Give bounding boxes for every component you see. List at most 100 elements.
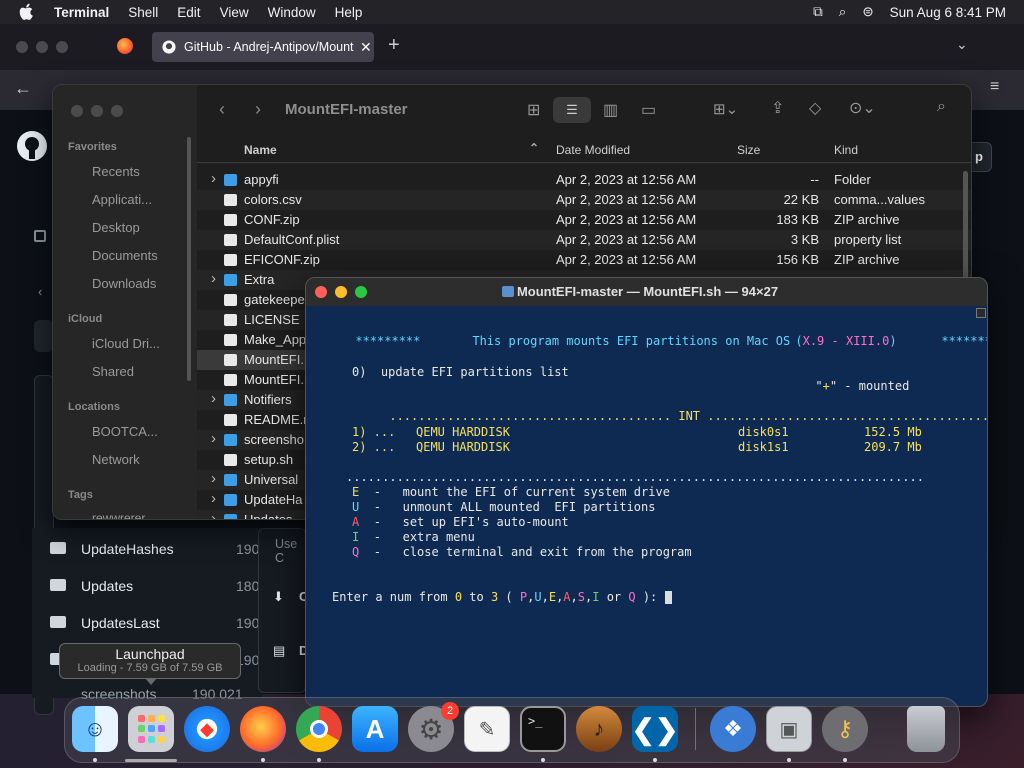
share-icon[interactable]: ⇪	[771, 98, 784, 118]
sidebar-item-desktop[interactable]: Desktop	[92, 220, 140, 235]
disclosure-chevron-icon[interactable]: ›	[211, 390, 216, 407]
column-view-icon[interactable]: ▥	[603, 100, 618, 120]
column-date-modified[interactable]: Date Modified	[556, 143, 630, 157]
minimize-icon[interactable]	[36, 41, 48, 53]
column-name[interactable]: Name	[244, 143, 277, 157]
disclosure-chevron-icon[interactable]: ›	[211, 510, 216, 519]
safari-icon[interactable]: ◆	[184, 706, 230, 752]
folder-icon	[502, 286, 514, 297]
sidebar-item-network[interactable]: Network	[92, 452, 140, 467]
chrome-icon[interactable]	[296, 706, 342, 752]
clock[interactable]: Sun Aug 6 8:41 PM	[890, 5, 1006, 20]
app-store-icon[interactable]: A	[352, 706, 398, 752]
chevron-left-icon[interactable]: ‹	[38, 284, 42, 299]
sidebar-item-bootcamp[interactable]: BOOTCA...	[92, 424, 158, 439]
list-item[interactable]: UpdatesLast 190	[32, 604, 262, 641]
group-icon[interactable]: ⊞⌄	[713, 100, 738, 118]
chevron-down-icon[interactable]: ⌄	[956, 36, 968, 53]
file-row[interactable]: DefaultConf.plist Apr 2, 2023 at 12:56 AM…	[197, 230, 971, 250]
document-icon	[224, 354, 237, 366]
finder-icon[interactable]: ☺	[72, 706, 118, 752]
more-actions-icon[interactable]: ⊙⌄	[849, 98, 876, 118]
sidebar-button[interactable]	[34, 320, 54, 352]
disclosure-chevron-icon[interactable]: ›	[211, 490, 216, 507]
disclosure-chevron-icon[interactable]: ›	[211, 470, 216, 487]
disclosure-chevron-icon[interactable]: ›	[211, 170, 216, 187]
file-row[interactable]: EFICONF.zip Apr 2, 2023 at 12:56 AM 156 KB…	[197, 250, 971, 270]
instruments-icon[interactable]: ♪	[576, 706, 622, 752]
file-row[interactable]: colors.csv Apr 2, 2023 at 12:56 AM 22 KB co…	[197, 190, 971, 210]
close-icon[interactable]	[315, 286, 327, 298]
zoom-icon[interactable]	[355, 286, 367, 298]
browser-tab[interactable]: GitHub - Andrej-Antipov/Mount ✕	[152, 32, 374, 62]
search-icon[interactable]: ⌕	[839, 4, 847, 20]
sidebar-item-icloud-drive[interactable]: iCloud Dri...	[92, 336, 160, 351]
sidebar-item-tag[interactable]: rewwrerer	[92, 511, 145, 519]
minimize-icon[interactable]	[91, 105, 103, 117]
keychain-icon[interactable]: ⚷	[822, 706, 868, 752]
column-size[interactable]: Size	[737, 143, 760, 157]
control-center-icon[interactable]: ⊜	[862, 4, 873, 20]
close-icon[interactable]	[71, 105, 83, 117]
folder-icon	[224, 394, 237, 406]
banner-stars-right: *********	[941, 334, 987, 348]
trash-icon[interactable]	[907, 706, 945, 752]
scrollbar-icon[interactable]	[976, 308, 986, 318]
disclosure-chevron-icon[interactable]: ›	[211, 270, 216, 287]
hamburger-menu-icon[interactable]: ≡	[990, 78, 999, 96]
menu-view[interactable]: View	[220, 5, 249, 20]
launchpad-icon[interactable]	[128, 706, 174, 752]
tag-icon[interactable]: ◇	[809, 98, 821, 118]
minimize-icon[interactable]	[335, 286, 347, 298]
file-row[interactable]: CONF.zip Apr 2, 2023 at 12:56 AM 183 KB ZIP…	[197, 210, 971, 230]
column-kind[interactable]: Kind	[834, 143, 858, 157]
sidebar-item-recents[interactable]: Recents	[92, 164, 140, 179]
sidebar-scrollbar[interactable]	[187, 137, 191, 381]
search-icon[interactable]: ⌕	[937, 98, 946, 116]
input-prompt[interactable]: Enter a num from 0 to 3 ( P,U,E,A,S,I or…	[332, 590, 672, 604]
sort-chevron-icon[interactable]: ⌃	[529, 141, 539, 155]
vscode-icon[interactable]: ❮❯	[632, 706, 678, 752]
firefox-view-icon[interactable]	[117, 38, 133, 54]
menu-app-name[interactable]: Terminal	[54, 5, 109, 20]
menu-help[interactable]: Help	[335, 5, 363, 20]
textedit-icon[interactable]: ✎	[464, 706, 510, 752]
forward-icon[interactable]: ›	[255, 99, 261, 120]
gallery-view-icon[interactable]: ▭	[641, 100, 656, 120]
close-icon[interactable]	[16, 41, 28, 53]
list-view-icon[interactable]: ☰	[553, 97, 591, 123]
sidebar-item-downloads[interactable]: Downloads	[92, 276, 156, 291]
disk-size: 152.5 Mb	[864, 425, 922, 439]
zoom-icon[interactable]	[111, 105, 123, 117]
app-grid-icon[interactable]: ❖	[710, 706, 756, 752]
menu-edit[interactable]: Edit	[177, 5, 200, 20]
disk-device: disk1s1	[738, 440, 789, 454]
new-tab-icon[interactable]: +	[388, 34, 400, 57]
list-item[interactable]: Updates 180	[32, 567, 262, 604]
back-icon[interactable]: ←	[14, 78, 32, 99]
terminal-icon[interactable]: >_	[520, 706, 566, 752]
file-name: MountEFI.	[244, 352, 304, 367]
menu-shell[interactable]: Shell	[128, 5, 158, 20]
back-icon[interactable]: ‹	[219, 99, 225, 120]
sidebar-section-tags: Tags	[68, 489, 93, 501]
icon-view-icon[interactable]: ⊞	[527, 100, 540, 120]
file-size: 22 KB	[783, 192, 819, 207]
terminal-content[interactable]: ********* This program mounts EFI partit…	[306, 306, 987, 706]
github-logo-icon[interactable]	[16, 130, 48, 162]
list-item[interactable]: UpdateHashes 190	[32, 530, 262, 567]
sidebar-item-applications[interactable]: Applicati...	[92, 192, 152, 207]
sidebar-item-documents[interactable]: Documents	[92, 248, 158, 263]
menu-window[interactable]: Window	[268, 5, 316, 20]
zoom-icon[interactable]	[56, 41, 68, 53]
close-tab-icon[interactable]: ✕	[360, 39, 372, 56]
disk-device: disk0s1	[738, 425, 789, 439]
firefox-icon[interactable]	[240, 706, 286, 752]
disclosure-chevron-icon[interactable]: ›	[211, 430, 216, 447]
apple-icon[interactable]	[18, 3, 36, 21]
disk-utility-icon[interactable]: ▣	[766, 706, 812, 752]
screen-mirroring-icon[interactable]: ⧉	[813, 4, 823, 20]
file-row[interactable]: › appyfi Apr 2, 2023 at 12:56 AM -- Folder	[197, 170, 971, 190]
sidebar-item-shared[interactable]: Shared	[92, 364, 134, 379]
menu-item-label[interactable]: Use C	[275, 537, 305, 565]
